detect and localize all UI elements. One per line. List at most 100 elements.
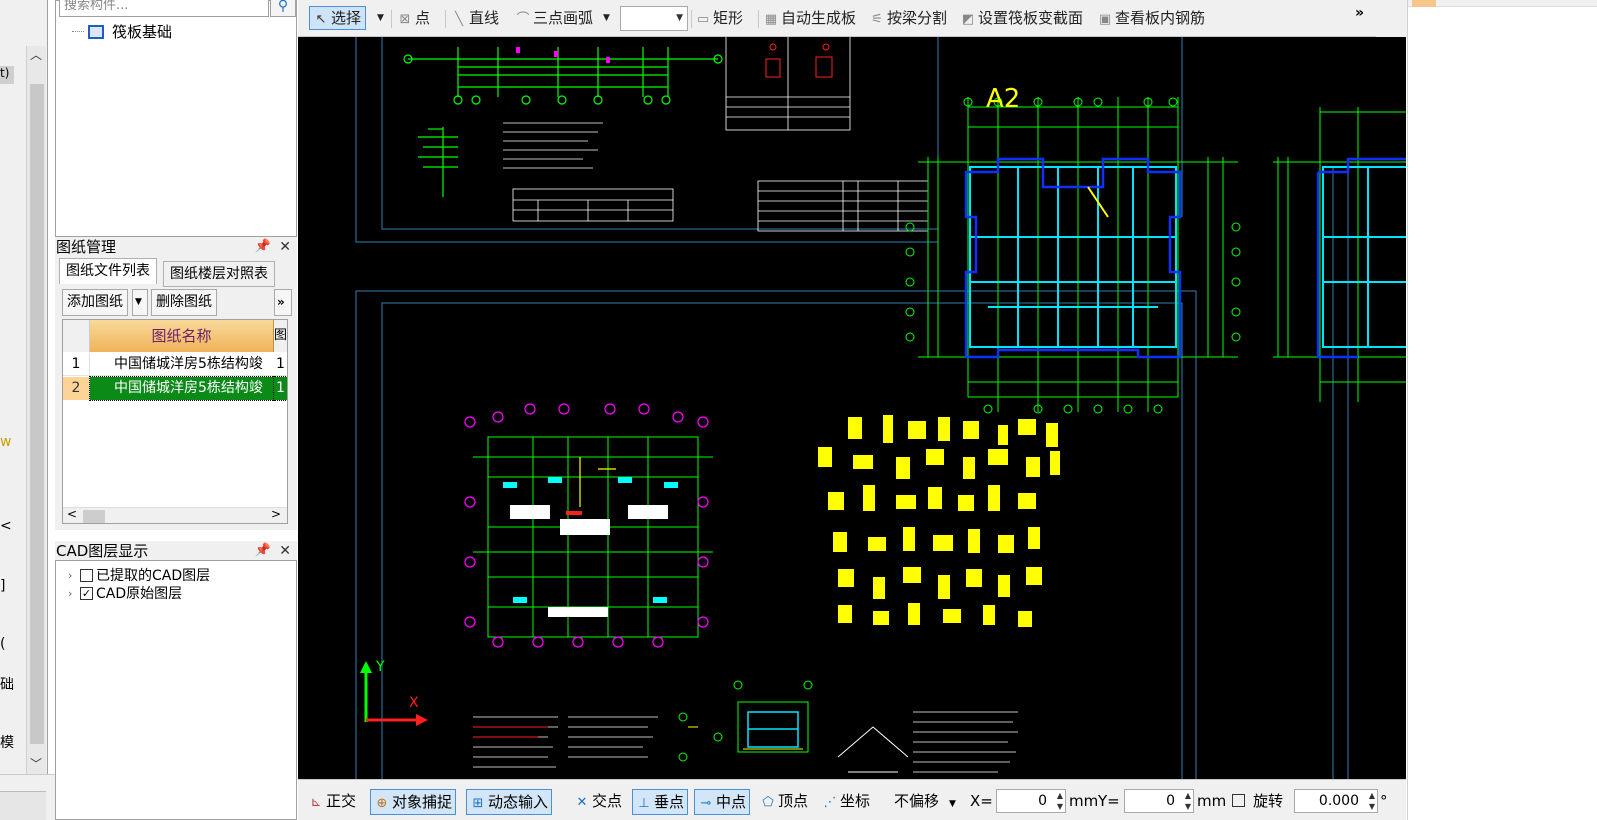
layer-item-original[interactable]: › ✓ CAD原始图层: [68, 583, 182, 603]
point-label: 点: [415, 9, 431, 27]
table-horizontal-scrollbar[interactable]: < >: [63, 507, 287, 523]
add-drawing-button[interactable]: 添加图纸: [62, 289, 128, 316]
arc-button[interactable]: ⌒ 三点画弧: [516, 7, 593, 31]
shape-combo[interactable]: ▼: [620, 6, 688, 31]
ortho-toggle[interactable]: ⊾ 正交: [308, 789, 356, 815]
separator: [391, 10, 392, 28]
rotate-checkbox[interactable]: [1232, 794, 1245, 807]
snap-icon: ⊕: [376, 796, 388, 811]
scroll-left-icon[interactable]: <: [67, 507, 77, 521]
arc-dropdown[interactable]: ▼: [603, 7, 610, 31]
delete-drawing-button[interactable]: 删除图纸: [151, 289, 217, 316]
auto-generate-slab-button[interactable]: ▦ 自动生成板: [764, 7, 856, 31]
vertex-toggle[interactable]: ⬠ 顶点: [760, 789, 808, 815]
scroll-up-icon[interactable]: ︿: [30, 46, 42, 63]
magenta-markers: [516, 47, 610, 63]
tab-drawing-floor-map[interactable]: 图纸楼层对照表: [163, 261, 275, 287]
left-navigation-strip: t) w < ] ( 础 模 ︿ ﹀: [0, 0, 48, 820]
grid-icon: ▦: [764, 12, 778, 27]
line-label: 直线: [469, 9, 500, 27]
left-fragment-model: 模: [0, 735, 14, 751]
scroll-right-icon[interactable]: >: [271, 507, 281, 521]
spinner-icon[interactable]: ▲ ▼: [1185, 790, 1191, 812]
add-drawing-dropdown[interactable]: ▼: [132, 289, 148, 316]
search-input[interactable]: 搜索构件...: [59, 0, 269, 17]
close-icon[interactable]: ✕: [279, 237, 291, 257]
y-coordinate-input[interactable]: 0 ▲ ▼: [1124, 789, 1194, 813]
component-tree-panel: 搜索构件... ⚲ 筏板基础: [55, 0, 297, 237]
table-row-selected[interactable]: 2 中国储城洋房5栋结构竣 1: [63, 376, 287, 401]
pin-icon[interactable]: 📌: [255, 237, 271, 257]
rectangle-button[interactable]: ▭ 矩形: [696, 7, 743, 31]
arc-icon: ⌒: [516, 12, 530, 27]
red-details: [765, 43, 833, 78]
set-section-button[interactable]: ◩ 设置筏板变截面: [961, 7, 1083, 31]
x-value: 0: [1038, 793, 1047, 809]
layer-item-extracted[interactable]: › 已提取的CAD图层: [68, 565, 210, 585]
select-dropdown[interactable]: ▼: [377, 7, 389, 31]
more-tools-button[interactable]: »: [274, 289, 292, 316]
table-header-extra[interactable]: 图: [274, 320, 287, 352]
table-row[interactable]: 1 中国储城洋房5栋结构竣 1: [63, 353, 287, 376]
midpoint-toggle[interactable]: ⊸ 中点: [694, 789, 751, 815]
point-button[interactable]: ⊠ 点: [398, 7, 430, 31]
spinner-icon[interactable]: ▲ ▼: [1369, 790, 1375, 812]
cad-drawing-canvas[interactable]: A2 Y X: [298, 37, 1406, 779]
ortho-icon: ⊾: [310, 795, 322, 810]
elevation-drawing: [403, 47, 723, 197]
set-section-label: 设置筏板变截面: [978, 9, 1084, 27]
search-icon[interactable]: ⚲: [270, 0, 296, 17]
line-button[interactable]: ╲ 直线: [452, 7, 499, 31]
checkbox[interactable]: [80, 568, 93, 582]
left-vertical-scrollbar[interactable]: ︿ ﹀: [26, 46, 46, 774]
scrollbar-thumb[interactable]: [30, 84, 44, 744]
left-selected-fragment[interactable]: t): [0, 66, 14, 84]
offset-select[interactable]: 不偏移 ▼: [894, 789, 956, 815]
scrollbar-thumb[interactable]: [83, 510, 105, 523]
rotate-angle-input[interactable]: 0.000 ▲ ▼: [1294, 789, 1378, 813]
rectangle-label: 矩形: [713, 9, 744, 27]
point-icon: ⊠: [399, 12, 411, 27]
row-extra: 1: [276, 356, 285, 372]
object-snap-toggle[interactable]: ⊕ 对象捕捉: [370, 789, 457, 815]
tab-drawing-file-list[interactable]: 图纸文件列表: [59, 258, 157, 284]
rotate-toggle[interactable]: 旋转: [1232, 789, 1283, 815]
table-header-name[interactable]: 图纸名称: [90, 320, 274, 352]
right-pane-tab[interactable]: [1412, 0, 1436, 7]
dynamic-input-toggle[interactable]: ⊞ 动态输入: [466, 789, 553, 815]
chevron-down-icon: ▼: [676, 13, 683, 23]
chevron-right-icon[interactable]: ›: [68, 569, 80, 582]
left-fragment-base: 础: [0, 677, 14, 693]
y-value: 0: [1166, 793, 1175, 809]
view-rebar-button[interactable]: ▣ 查看板内钢筋: [1098, 7, 1205, 31]
row-extra: 1: [273, 376, 287, 401]
table-header-index: [63, 320, 90, 352]
tree-connector: [72, 31, 84, 32]
snap-label: 对象捕捉: [392, 793, 453, 811]
x-label: X=: [970, 792, 993, 810]
drawing-panel: 图纸文件列表 图纸楼层对照表 添加图纸 ▼ 删除图纸 » 图纸名称 图 1 中国…: [55, 256, 297, 530]
vertex-icon: ⬠: [762, 795, 774, 810]
split-by-beam-button[interactable]: ⚟ 按梁分割: [870, 7, 947, 31]
chevron-right-icon[interactable]: ›: [68, 587, 80, 600]
intersection-toggle[interactable]: ✕ 交点: [574, 789, 622, 815]
close-icon[interactable]: ✕: [279, 541, 291, 561]
checkbox-checked[interactable]: ✓: [80, 586, 93, 600]
spinner-icon[interactable]: ▲ ▼: [1057, 790, 1063, 812]
separator: [691, 10, 692, 28]
layer-panel: › 已提取的CAD图层 › ✓ CAD原始图层: [55, 560, 297, 820]
tree-item-raft-foundation[interactable]: 筏板基础: [72, 21, 172, 42]
select-button[interactable]: ↖ 选择: [309, 6, 367, 30]
x-coordinate-input[interactable]: 0 ▲ ▼: [996, 789, 1066, 813]
perpendicular-toggle[interactable]: ⊥ 垂点: [632, 789, 689, 815]
y-label: Y=: [1098, 792, 1120, 810]
coordinate-toggle[interactable]: ⋰ 坐标: [822, 789, 871, 815]
right-pane: [1407, 0, 1597, 820]
perpendicular-icon: ⊥: [638, 796, 650, 811]
toolbar-overflow-button[interactable]: »: [1355, 5, 1364, 21]
left-fragment-bracket: ]: [0, 578, 6, 594]
pin-icon[interactable]: 📌: [255, 541, 271, 561]
scroll-down-icon[interactable]: ﹀: [30, 755, 42, 772]
intersection-icon: ✕: [576, 795, 588, 810]
floor-plan-right: [1273, 107, 1406, 402]
